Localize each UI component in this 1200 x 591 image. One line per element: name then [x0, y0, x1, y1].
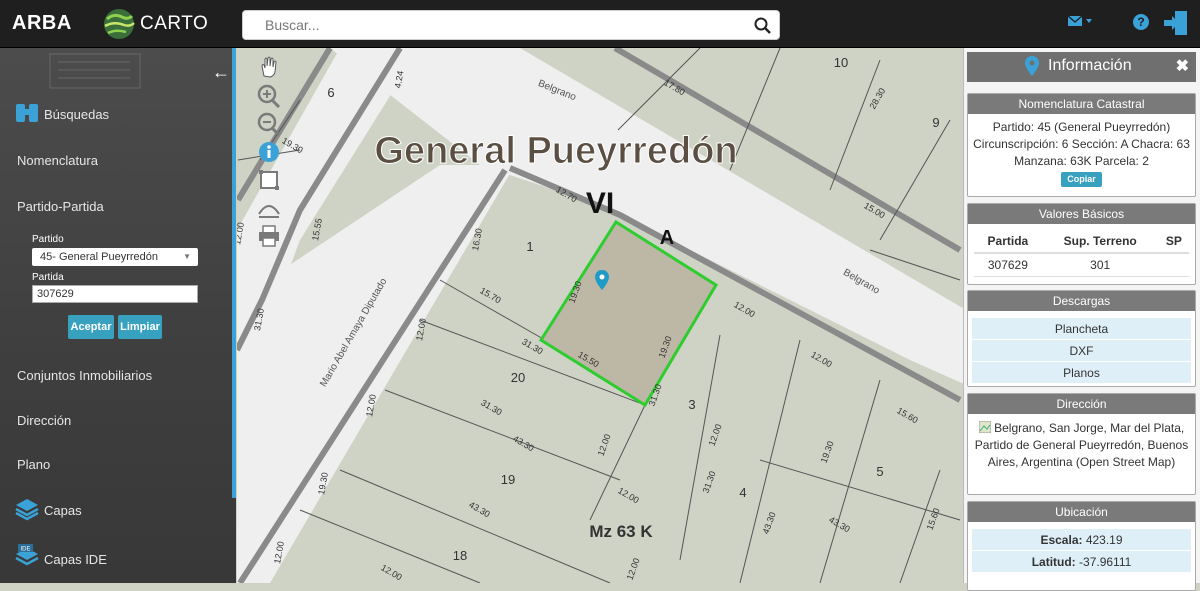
sidebar: ← Búsquedas Nomenclatura Partido-Partida…: [0, 48, 236, 583]
binoculars-icon: [16, 104, 38, 122]
layers-ide-icon: IDE: [15, 544, 39, 566]
sidebar-background-texture: [49, 53, 141, 89]
escala-row: Escala: 423.19: [972, 528, 1191, 550]
copiar-button[interactable]: Copiar: [1061, 172, 1102, 187]
mail-icon: [1067, 15, 1092, 26]
pan-hand-icon[interactable]: [256, 56, 282, 80]
sidebar-item-busquedas[interactable]: Búsquedas: [44, 107, 109, 122]
table-row: 307629 301: [974, 253, 1189, 277]
valores-header-partida: Partida: [974, 230, 1042, 254]
zoom-out-icon[interactable]: [256, 112, 282, 136]
sidebar-item-partido-partida[interactable]: Partido-Partida: [17, 199, 104, 214]
ide-badge: IDE: [20, 547, 30, 553]
partido-select[interactable]: 45- General Pueyrredón ▼: [32, 248, 198, 266]
parcel-number-label: 3: [688, 397, 695, 412]
circunscripcion-label: VI: [586, 187, 614, 220]
collapse-sidebar-arrow-icon[interactable]: ←: [212, 62, 230, 83]
partido-label: Partido: [32, 234, 64, 245]
chevron-down-icon: ▼: [183, 252, 191, 261]
sidebar-item-direccion[interactable]: Dirección: [17, 413, 71, 428]
partido-select-value: 45- General Pueyrredón: [40, 251, 159, 263]
parcel-number-label: 19: [501, 472, 515, 487]
sidebar-scrollbar[interactable]: [232, 48, 236, 498]
arba-logo[interactable]: ARBA: [12, 12, 72, 35]
dxf-link[interactable]: DXF: [972, 339, 1191, 361]
nomenclatura-text: Partido: 45 (General Pueyrredón) Circuns…: [973, 120, 1190, 168]
nomenclatura-body: Partido: 45 (General Pueyrredón) Circuns…: [968, 114, 1195, 192]
limpiar-button[interactable]: Limpiar: [118, 315, 162, 339]
parcel-number-label: 4: [739, 485, 746, 500]
top-bar: ARBA CARTO ?: [0, 0, 1200, 48]
manzana-label: Mz 63 K: [589, 522, 653, 541]
sidebar-item-capas[interactable]: Capas: [44, 503, 82, 518]
parcel-number-label: 20: [511, 370, 525, 385]
sidebar-item-conjuntos[interactable]: Conjuntos Inmobiliarios: [17, 368, 152, 383]
map-marker-icon: [1025, 56, 1039, 76]
mail-dropdown-button[interactable]: [1067, 15, 1094, 33]
zoom-in-icon[interactable]: [256, 84, 282, 108]
partida-input[interactable]: 307629: [32, 285, 198, 303]
measure-area-icon[interactable]: [256, 168, 282, 192]
search-icon[interactable]: [753, 16, 773, 36]
descargas-card: Descargas Plancheta DXF Planos: [967, 290, 1196, 387]
info-panel: Información ✖ Nomenclatura Catastral Par…: [963, 48, 1200, 591]
sidebar-item-plano[interactable]: Plano: [17, 457, 50, 472]
sidebar-item-nomenclatura[interactable]: Nomenclatura: [17, 153, 98, 168]
latitud-value: -37.96111: [1079, 555, 1132, 569]
close-icon[interactable]: ✖: [1176, 56, 1189, 76]
valores-card: Valores Básicos Partida Sup. Terreno SP …: [967, 203, 1196, 285]
nomenclatura-card: Nomenclatura Catastral Partido: 45 (Gene…: [967, 93, 1196, 197]
map-image-icon: [978, 420, 992, 434]
direccion-title: Dirección: [968, 394, 1195, 414]
print-icon[interactable]: [256, 224, 282, 248]
parcel-number-label: 6: [327, 85, 334, 100]
valores-header-sup: Sup. Terreno: [1041, 230, 1159, 254]
aceptar-button[interactable]: Aceptar: [68, 315, 114, 339]
layers-icon: [15, 499, 39, 521]
info-panel-header: Información ✖: [967, 52, 1196, 82]
descargas-title: Descargas: [968, 291, 1195, 311]
valores-table: Partida Sup. Terreno SP 307629 301: [974, 230, 1189, 277]
valores-cell-sp: [1158, 253, 1189, 277]
partida-label: Partida: [32, 272, 64, 283]
direccion-body: Belgrano, San Jorge, Mar del Plata, Part…: [968, 414, 1195, 476]
latitud-row: Latitud: -37.96111: [972, 550, 1191, 572]
planos-link[interactable]: Planos: [972, 361, 1191, 383]
carto-title: CARTO: [140, 13, 209, 34]
logout-icon[interactable]: [1163, 9, 1191, 37]
parcel-number-label: 18: [453, 548, 467, 563]
seccion-label: A: [660, 227, 674, 249]
valores-header-sp: SP: [1158, 230, 1189, 254]
help-icon[interactable]: ?: [1133, 14, 1149, 30]
district-label: General Pueyrredón: [374, 130, 737, 172]
cadastral-map[interactable]: General Pueyrredón VI A Mz 63 K Belgrano…: [237, 48, 963, 583]
valores-cell-sup: 301: [1041, 253, 1159, 277]
direccion-text: Belgrano, San Jorge, Mar del Plata, Part…: [974, 421, 1189, 469]
plancheta-link[interactable]: Plancheta: [972, 317, 1191, 339]
valores-cell-partida: 307629: [974, 253, 1042, 277]
info-icon[interactable]: [256, 140, 282, 164]
ubicacion-title: Ubicación: [968, 502, 1195, 522]
ubicacion-card: Ubicación Escala: 423.19 Latitud: -37.96…: [967, 501, 1196, 591]
parcel-number-label: 9: [932, 115, 939, 130]
search-input[interactable]: [243, 11, 743, 39]
direccion-card: Dirección Belgrano, San Jorge, Mar del P…: [967, 393, 1196, 495]
carto-globe-icon[interactable]: [102, 7, 136, 41]
parcel-number-label: 1: [526, 239, 533, 254]
parcel-number-label: 5: [876, 464, 883, 479]
nomenclatura-title: Nomenclatura Catastral: [968, 94, 1195, 114]
map-canvas[interactable]: General Pueyrredón VI A Mz 63 K Belgrano…: [237, 48, 963, 583]
parcel-number-label: 10: [834, 55, 848, 70]
escala-value: 423.19: [1085, 533, 1123, 547]
valores-title: Valores Básicos: [968, 204, 1195, 224]
search-box: [242, 10, 780, 40]
latitud-label: Latitud:: [1031, 555, 1076, 569]
info-panel-title: Información: [1048, 57, 1132, 74]
escala-label: Escala:: [1040, 533, 1083, 547]
measure-distance-icon[interactable]: [256, 196, 282, 220]
sidebar-item-capas-ide[interactable]: Capas IDE: [44, 552, 107, 567]
